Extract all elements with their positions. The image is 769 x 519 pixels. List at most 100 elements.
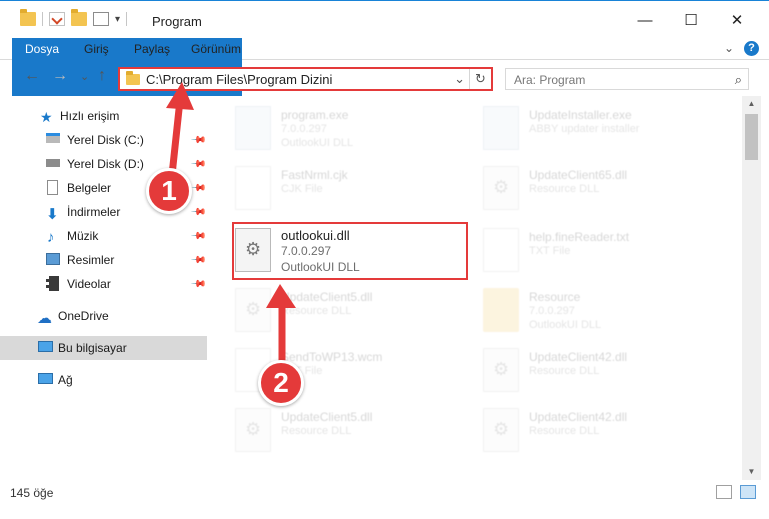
sidebar-item-quick-access[interactable]: ★ Hızlı erişim	[0, 104, 207, 128]
pin-icon[interactable]: 📌	[190, 156, 207, 173]
music-note-icon: ♪	[47, 229, 55, 246]
download-icon: ⬇	[46, 206, 59, 223]
forward-arrow-icon[interactable]: →	[52, 67, 68, 85]
file-item[interactable]: UpdateClient42.dll Resource DLL	[483, 406, 713, 464]
gear-icon	[235, 408, 271, 452]
executable-icon	[483, 106, 519, 150]
pin-icon[interactable]: 📌	[190, 132, 207, 149]
navigation-pane: ★ Hızlı erişim Yerel Disk (C:) 📌 Yerel D…	[0, 96, 207, 480]
chevron-down-icon[interactable]: ⌄	[454, 71, 465, 87]
sidebar-item-label: İndirmeler	[67, 205, 121, 219]
expand-ribbon-icon[interactable]: ⌄	[724, 41, 734, 56]
file-type: Resource DLL	[281, 305, 352, 317]
sidebar-item-label: Hızlı erişim	[60, 109, 120, 123]
tab-view[interactable]: Görünüm	[191, 38, 241, 60]
file-item[interactable]: UpdateClient5.dll Resource DLL	[235, 406, 465, 464]
pin-icon[interactable]: 📌	[190, 204, 207, 221]
film-icon	[46, 276, 59, 291]
file-name: UpdateClient65.dll	[529, 168, 628, 182]
file-item[interactable]: UpdateClient65.dll Resource DLL	[483, 164, 713, 222]
step-badge-2: 2	[258, 360, 304, 406]
sidebar-item-label: Ağ	[58, 373, 73, 387]
pin-icon[interactable]: 📌	[190, 228, 207, 245]
search-icon[interactable]: ⌕	[735, 72, 742, 88]
scroll-thumb[interactable]	[745, 114, 758, 160]
minimize-button[interactable]: —	[622, 1, 668, 39]
sidebar-item-label: Yerel Disk (D:)	[67, 157, 144, 171]
up-arrow-icon[interactable]: ↑	[98, 67, 106, 85]
navigation-bar: ← → ⌄ ↑ C:\Program Files\Program Dizini …	[0, 61, 769, 95]
pin-icon[interactable]: 📌	[190, 252, 207, 269]
sidebar-item-onedrive[interactable]: ☁ OneDrive	[0, 304, 207, 328]
executable-icon	[235, 106, 271, 150]
file-name: help.fineReader.txt	[529, 230, 630, 244]
tab-share[interactable]: Paylaş	[134, 38, 170, 60]
quick-access-toolbar: ▾	[20, 9, 128, 26]
file-item[interactable]: UpdateClient42.dll Resource DLL	[483, 346, 713, 404]
sidebar-item-local-disk-c[interactable]: Yerel Disk (C:) 📌	[0, 128, 207, 152]
sidebar-item-label: Müzik	[67, 229, 99, 243]
pin-icon[interactable]: 📌	[190, 180, 207, 197]
divider	[42, 12, 43, 26]
sidebar-item-label: Bu bilgisayar	[58, 341, 127, 355]
folder-icon	[483, 288, 519, 332]
new-folder-icon[interactable]	[71, 9, 87, 26]
maximize-button[interactable]: ☐	[668, 1, 714, 39]
drive-icon	[46, 133, 60, 143]
vertical-scrollbar[interactable]: ▲ ▼	[742, 96, 761, 480]
network-icon	[38, 373, 53, 384]
help-icon[interactable]: ?	[744, 41, 759, 56]
picture-icon	[46, 253, 60, 265]
file-list: program.exe 7.0.0.297 OutlookUI DLL Upda…	[207, 96, 742, 480]
file-name: SendToWP13.wcm	[281, 350, 383, 364]
file-name: program.exe	[281, 108, 349, 122]
search-input[interactable]: Ara: Program ⌕	[505, 68, 749, 90]
details-view-icon[interactable]	[716, 485, 732, 499]
sidebar-item-network[interactable]: Ağ	[0, 368, 207, 392]
sidebar-item-label: Videolar	[67, 277, 111, 291]
sidebar-item-videos[interactable]: Videolar 📌	[0, 272, 207, 296]
back-arrow-icon[interactable]: ←	[24, 67, 40, 85]
folder-icon[interactable]	[20, 9, 36, 26]
toolbar-dropdown-icon[interactable]: ▾	[115, 14, 120, 25]
file-name: FastNrml.cjk	[281, 168, 348, 182]
close-button[interactable]: ✕	[714, 1, 760, 39]
scroll-up-icon[interactable]: ▲	[742, 96, 761, 112]
file-item[interactable]: UpdateInstaller.exe ABBY updater install…	[483, 104, 713, 162]
sidebar-item-label: OneDrive	[58, 309, 109, 323]
file-type: Resource DLL	[281, 425, 352, 437]
ribbon-tabs: Dosya Giriş Paylaş Görünüm ⌄ ?	[0, 38, 769, 96]
gear-icon	[235, 288, 271, 332]
document-icon	[47, 180, 58, 195]
file-item[interactable]: program.exe 7.0.0.297 OutlookUI DLL	[235, 104, 465, 162]
computer-icon	[38, 341, 53, 352]
recent-locations-icon[interactable]: ⌄	[80, 70, 89, 83]
step-badge-1: 1	[146, 168, 192, 214]
address-bar[interactable]: C:\Program Files\Program Dizini ⌄ ↻	[118, 67, 493, 91]
properties-icon[interactable]	[49, 12, 65, 26]
ribbon-controls: ⌄ ?	[724, 41, 759, 56]
file-item[interactable]: FastNrml.cjk CJK File	[235, 164, 465, 222]
file-name: UpdateInstaller.exe	[529, 108, 632, 122]
file-item[interactable]: help.fineReader.txt TXT File	[483, 226, 713, 284]
tab-home[interactable]: Giriş	[84, 38, 109, 60]
sidebar-item-pictures[interactable]: Resimler 📌	[0, 248, 207, 272]
window-title: Program	[152, 14, 202, 29]
customize-toolbar-icon[interactable]	[93, 12, 109, 26]
sidebar-item-label: Yerel Disk (C:)	[67, 133, 144, 147]
sidebar-item-this-pc[interactable]: Bu bilgisayar	[0, 336, 207, 360]
file-name: UpdateClient5.dll	[281, 410, 373, 424]
large-icons-view-icon[interactable]	[740, 485, 756, 499]
scroll-down-icon[interactable]: ▼	[742, 464, 761, 480]
status-bar: 145 öğe	[0, 480, 769, 506]
file-item[interactable]: UpdateClient5.dll Resource DLL	[235, 286, 465, 344]
file-type: Resource DLL	[529, 183, 600, 195]
file-item[interactable]: Resource 7.0.0.297 OutlookUI DLL	[483, 286, 713, 344]
address-path[interactable]: C:\Program Files\Program Dizini	[146, 72, 332, 87]
sidebar-item-music[interactable]: ♪ Müzik 📌	[0, 224, 207, 248]
folder-icon	[126, 71, 140, 85]
refresh-icon[interactable]: ↻	[469, 69, 491, 89]
pin-icon[interactable]: 📌	[190, 276, 207, 293]
item-count: 145 öğe	[10, 486, 54, 500]
file-version: 7.0.0.297	[529, 305, 575, 317]
